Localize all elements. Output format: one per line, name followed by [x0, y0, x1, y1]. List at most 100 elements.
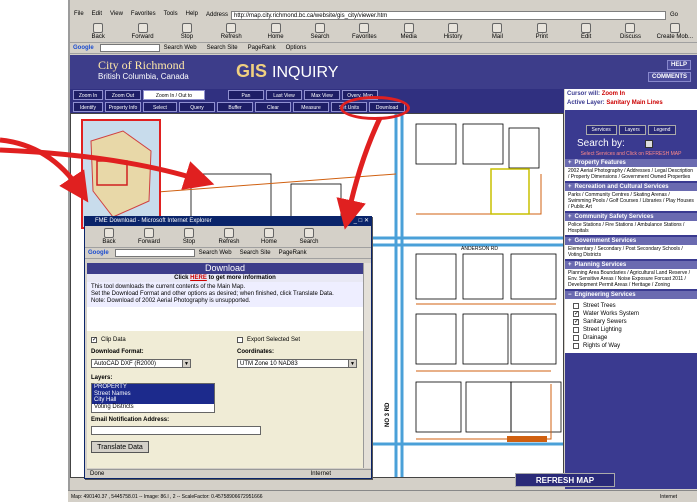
refresh-button[interactable]: Refresh — [209, 228, 249, 245]
layer-water-works[interactable]: ✓ Water Works System — [573, 311, 689, 317]
layer-drainage[interactable]: Drainage — [573, 335, 689, 341]
tab-services[interactable]: Services — [585, 125, 617, 135]
google-search-input[interactable] — [114, 249, 195, 257]
section-planning[interactable]: + Planning Services — [565, 261, 697, 269]
map-road-label-no3: NO 3 RD — [385, 402, 391, 427]
checkbox[interactable] — [573, 335, 579, 341]
google-search-site[interactable]: Search Site — [240, 250, 271, 256]
email-field[interactable] — [91, 426, 261, 435]
checkbox[interactable] — [573, 343, 579, 349]
download-options: ✓ Clip Data Export Selected Set Download … — [87, 331, 363, 468]
tool-last-view[interactable]: Last View — [266, 90, 302, 100]
overview-map[interactable] — [81, 119, 161, 229]
popup-toolbar: Back Forward Stop Refresh Home Search — [85, 226, 371, 248]
checkbox-checked[interactable]: ✓ — [573, 319, 579, 325]
section-community-safety[interactable]: + Community Safety Services — [565, 213, 697, 221]
active-layer-label: Active Layer: — [567, 100, 605, 106]
export-selected-option[interactable]: Export Selected Set — [237, 335, 300, 345]
stop-button[interactable]: Stop — [169, 228, 209, 245]
section-body: Parks / Community Centres / Skating Aren… — [565, 191, 697, 211]
checkbox[interactable] — [573, 327, 579, 333]
section-government[interactable]: + Government Services — [565, 237, 697, 245]
checkbox-label: Rights of Way — [583, 343, 621, 349]
search-by-dropdown[interactable] — [644, 139, 653, 148]
google-search-web[interactable]: Search Web — [199, 250, 232, 256]
google-pagerank[interactable]: PageRank — [279, 250, 307, 256]
more-info-link[interactable]: HERE — [190, 275, 207, 281]
tool-pan[interactable]: Pan — [228, 90, 264, 100]
cursor-status: Cursor will: Zoom In — [567, 91, 695, 97]
tool-clear[interactable]: Clear — [255, 102, 291, 112]
section-title: Planning Services — [574, 262, 627, 268]
tab-layers[interactable]: Layers — [618, 125, 646, 135]
forward-button[interactable]: Forward — [129, 228, 169, 245]
format-select[interactable]: AutoCAD DXF (R2000) ▼ — [91, 359, 191, 368]
layers-listbox[interactable]: PROPERTY Street Names City Hall Voting D… — [91, 383, 215, 413]
city-name: City of Richmond — [98, 58, 185, 72]
city-logo: City of Richmond British Columbia, Canad… — [98, 59, 189, 83]
layer-rights-of-way[interactable]: Rights of Way — [573, 343, 689, 349]
tool-zoom-out[interactable]: Zoom Out — [105, 90, 141, 100]
section-property-features[interactable]: + Property Features — [565, 159, 697, 167]
province-name: British Columbia, Canada — [98, 72, 189, 81]
tool-property-info[interactable]: Property Info — [105, 102, 141, 112]
tool-zoom-to-select[interactable]: Zoom In / Out to — [143, 90, 205, 100]
stop-label: Stop — [182, 239, 196, 245]
active-layer-status: Active Layer: Sanitary Main Lines — [567, 100, 695, 106]
popup-title-bar: FME Download - Microsoft Internet Explor… — [85, 217, 371, 226]
more-info-line: Click HERE to get more information — [87, 274, 363, 282]
search-button[interactable]: Search — [289, 228, 329, 245]
cursor-value: Zoom In — [601, 91, 626, 97]
gis-rest: INQUIRY — [272, 64, 339, 81]
popup-status-bar: Done Internet — [87, 469, 371, 478]
refresh-label: Refresh — [218, 239, 240, 245]
checkbox[interactable] — [237, 337, 243, 343]
section-body: Police Stations / Fire Stations / Ambula… — [565, 221, 697, 235]
layer-panel: Cursor will: Zoom In Active Layer: Sanit… — [565, 89, 697, 489]
comments-button[interactable]: COMMENTS — [648, 72, 691, 82]
google-logo: Google — [88, 250, 109, 256]
layer-street-lighting[interactable]: Street Lighting — [573, 327, 689, 333]
layer-sanitary-sewers[interactable]: ✓ Sanitary Sewers — [573, 319, 689, 325]
coordinates-select[interactable]: UTM Zone 10 NAD83 ▼ — [237, 359, 357, 368]
description-line-1: This tool downloads the current contents… — [91, 284, 246, 290]
help-button[interactable]: HELP — [666, 60, 691, 70]
tool-identify[interactable]: Identify — [73, 102, 103, 112]
tool-zoom-in[interactable]: Zoom In — [73, 90, 103, 100]
checkbox[interactable] — [573, 303, 579, 309]
coordinates-value: UTM Zone 10 NAD83 — [240, 361, 298, 367]
checkbox-checked[interactable]: ✓ — [573, 311, 579, 317]
tool-measure[interactable]: Measure — [293, 102, 329, 112]
section-recreation[interactable]: + Recreation and Cultural Services — [565, 183, 697, 191]
section-body: Elementary / Secondary / Post Secondary … — [565, 245, 697, 259]
checkbox-label: Street Lighting — [583, 327, 622, 333]
checkbox-checked[interactable]: ✓ — [91, 337, 97, 343]
translate-data-button[interactable]: Translate Data — [91, 441, 149, 453]
tool-buffer[interactable]: Buffer — [217, 102, 253, 112]
tool-select[interactable]: Select — [143, 102, 177, 112]
tool-max-view[interactable]: Max View — [304, 90, 340, 100]
layer-street-trees[interactable]: Street Trees — [573, 303, 689, 309]
close-icon[interactable]: _ □ ✕ — [354, 217, 369, 226]
description-line-2: Set the Download Format and other option… — [91, 291, 334, 297]
refresh-map-button[interactable]: REFRESH MAP — [515, 473, 615, 487]
status-zone: Internet — [660, 494, 677, 500]
expand-icon: + — [568, 238, 572, 244]
home-button[interactable]: Home — [249, 228, 289, 245]
more-info-suffix: to get more information — [206, 275, 276, 281]
section-engineering[interactable]: − Engineering Services — [565, 291, 697, 299]
more-info-prefix: Click — [174, 275, 191, 281]
map-road-label-anderson: ANDERSON RD — [461, 246, 498, 252]
list-item[interactable]: Voting Districts — [92, 404, 214, 411]
tab-legend[interactable]: Legend — [647, 125, 677, 135]
chevron-down-icon: ▼ — [182, 360, 190, 367]
overview-map-canvas — [83, 121, 159, 227]
back-button[interactable]: Back — [89, 228, 129, 245]
export-selected-label: Export Selected Set — [247, 337, 301, 343]
format-value: AutoCAD DXF (R2000) — [94, 361, 157, 367]
gis-bold: GIS — [236, 61, 268, 81]
tool-query[interactable]: Query — [179, 102, 215, 112]
popup-scrollbar[interactable] — [363, 263, 371, 468]
clip-data-option[interactable]: ✓ Clip Data — [91, 335, 126, 345]
map-toolbar: Zoom In Zoom Out Zoom In / Out to Pan La… — [70, 89, 564, 113]
